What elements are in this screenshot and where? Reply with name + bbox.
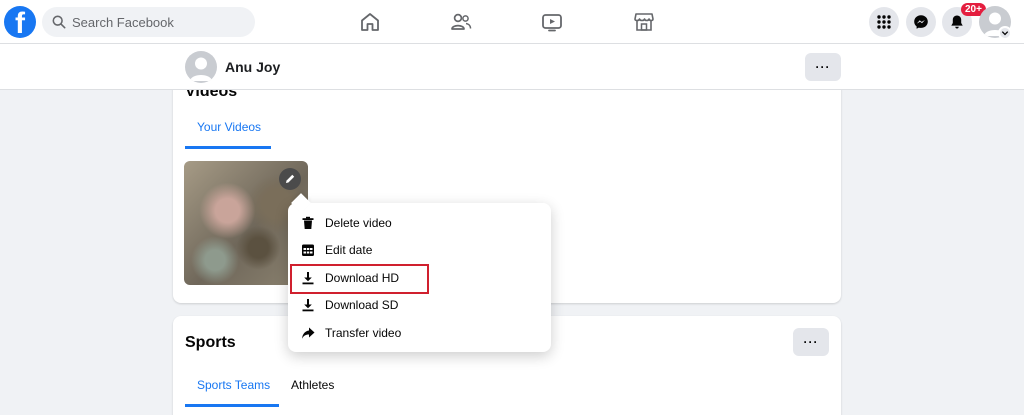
- sports-more-button[interactable]: ···: [793, 328, 829, 356]
- default-avatar-icon: [190, 57, 212, 81]
- tab-sports-teams[interactable]: Sports Teams: [197, 378, 270, 392]
- chevron-down-icon: [1001, 31, 1009, 36]
- menu-item-transfer-video[interactable]: Transfer video: [288, 319, 551, 347]
- search-icon: [52, 15, 66, 29]
- messenger-icon: [914, 15, 928, 29]
- tab-active-underline: [185, 404, 279, 407]
- menu-item-edit-date[interactable]: Edit date: [288, 237, 551, 265]
- share-arrow-icon: [302, 327, 315, 339]
- profile-name-sticky[interactable]: Anu Joy: [225, 59, 280, 75]
- menu-item-label: Transfer video: [325, 325, 402, 340]
- menu-item-label: Download HD: [325, 270, 400, 285]
- download-icon: [302, 271, 314, 285]
- tab-your-videos[interactable]: Your Videos: [197, 120, 261, 134]
- messenger-button[interactable]: [906, 7, 936, 37]
- menu-item-download-hd[interactable]: Download HD: [288, 264, 551, 292]
- download-icon: [302, 299, 314, 312]
- bell-icon: [951, 15, 963, 29]
- tab-active-underline: [185, 146, 271, 149]
- top-navigation-bar: f 20+: [0, 0, 1024, 44]
- profile-more-button-sticky[interactable]: ···: [805, 53, 841, 81]
- pencil-icon: [286, 174, 295, 183]
- menu-item-label: Delete video: [325, 215, 392, 230]
- watch-video-icon[interactable]: [540, 10, 564, 34]
- account-menu-caret[interactable]: [998, 26, 1012, 40]
- marketplace-icon[interactable]: [632, 10, 656, 34]
- menu-item-label: Edit date: [325, 243, 373, 258]
- profile-avatar[interactable]: [185, 51, 217, 83]
- video-edit-button[interactable]: [279, 168, 301, 190]
- calendar-icon: [302, 244, 314, 257]
- search-input[interactable]: [72, 14, 242, 30]
- menu-grid-button[interactable]: [869, 7, 899, 37]
- facebook-logo-icon[interactable]: f: [4, 6, 36, 38]
- tab-athletes[interactable]: Athletes: [291, 378, 334, 392]
- video-options-menu: Delete video Edit date Download HD Downl…: [288, 203, 551, 352]
- menu-item-delete-video[interactable]: Delete video: [288, 209, 551, 237]
- trash-icon: [302, 216, 314, 229]
- logo-letter: f: [15, 7, 25, 38]
- search-box[interactable]: [42, 7, 255, 37]
- menu-item-download-sd[interactable]: Download SD: [288, 292, 551, 320]
- menu-item-label: Download SD: [325, 298, 399, 313]
- sports-section-title: Sports: [185, 334, 236, 351]
- home-icon[interactable]: [358, 10, 382, 34]
- grid-icon: [877, 15, 891, 29]
- friends-icon[interactable]: [449, 10, 473, 34]
- profile-header-bar-top: Anu Joy ···: [0, 44, 1024, 90]
